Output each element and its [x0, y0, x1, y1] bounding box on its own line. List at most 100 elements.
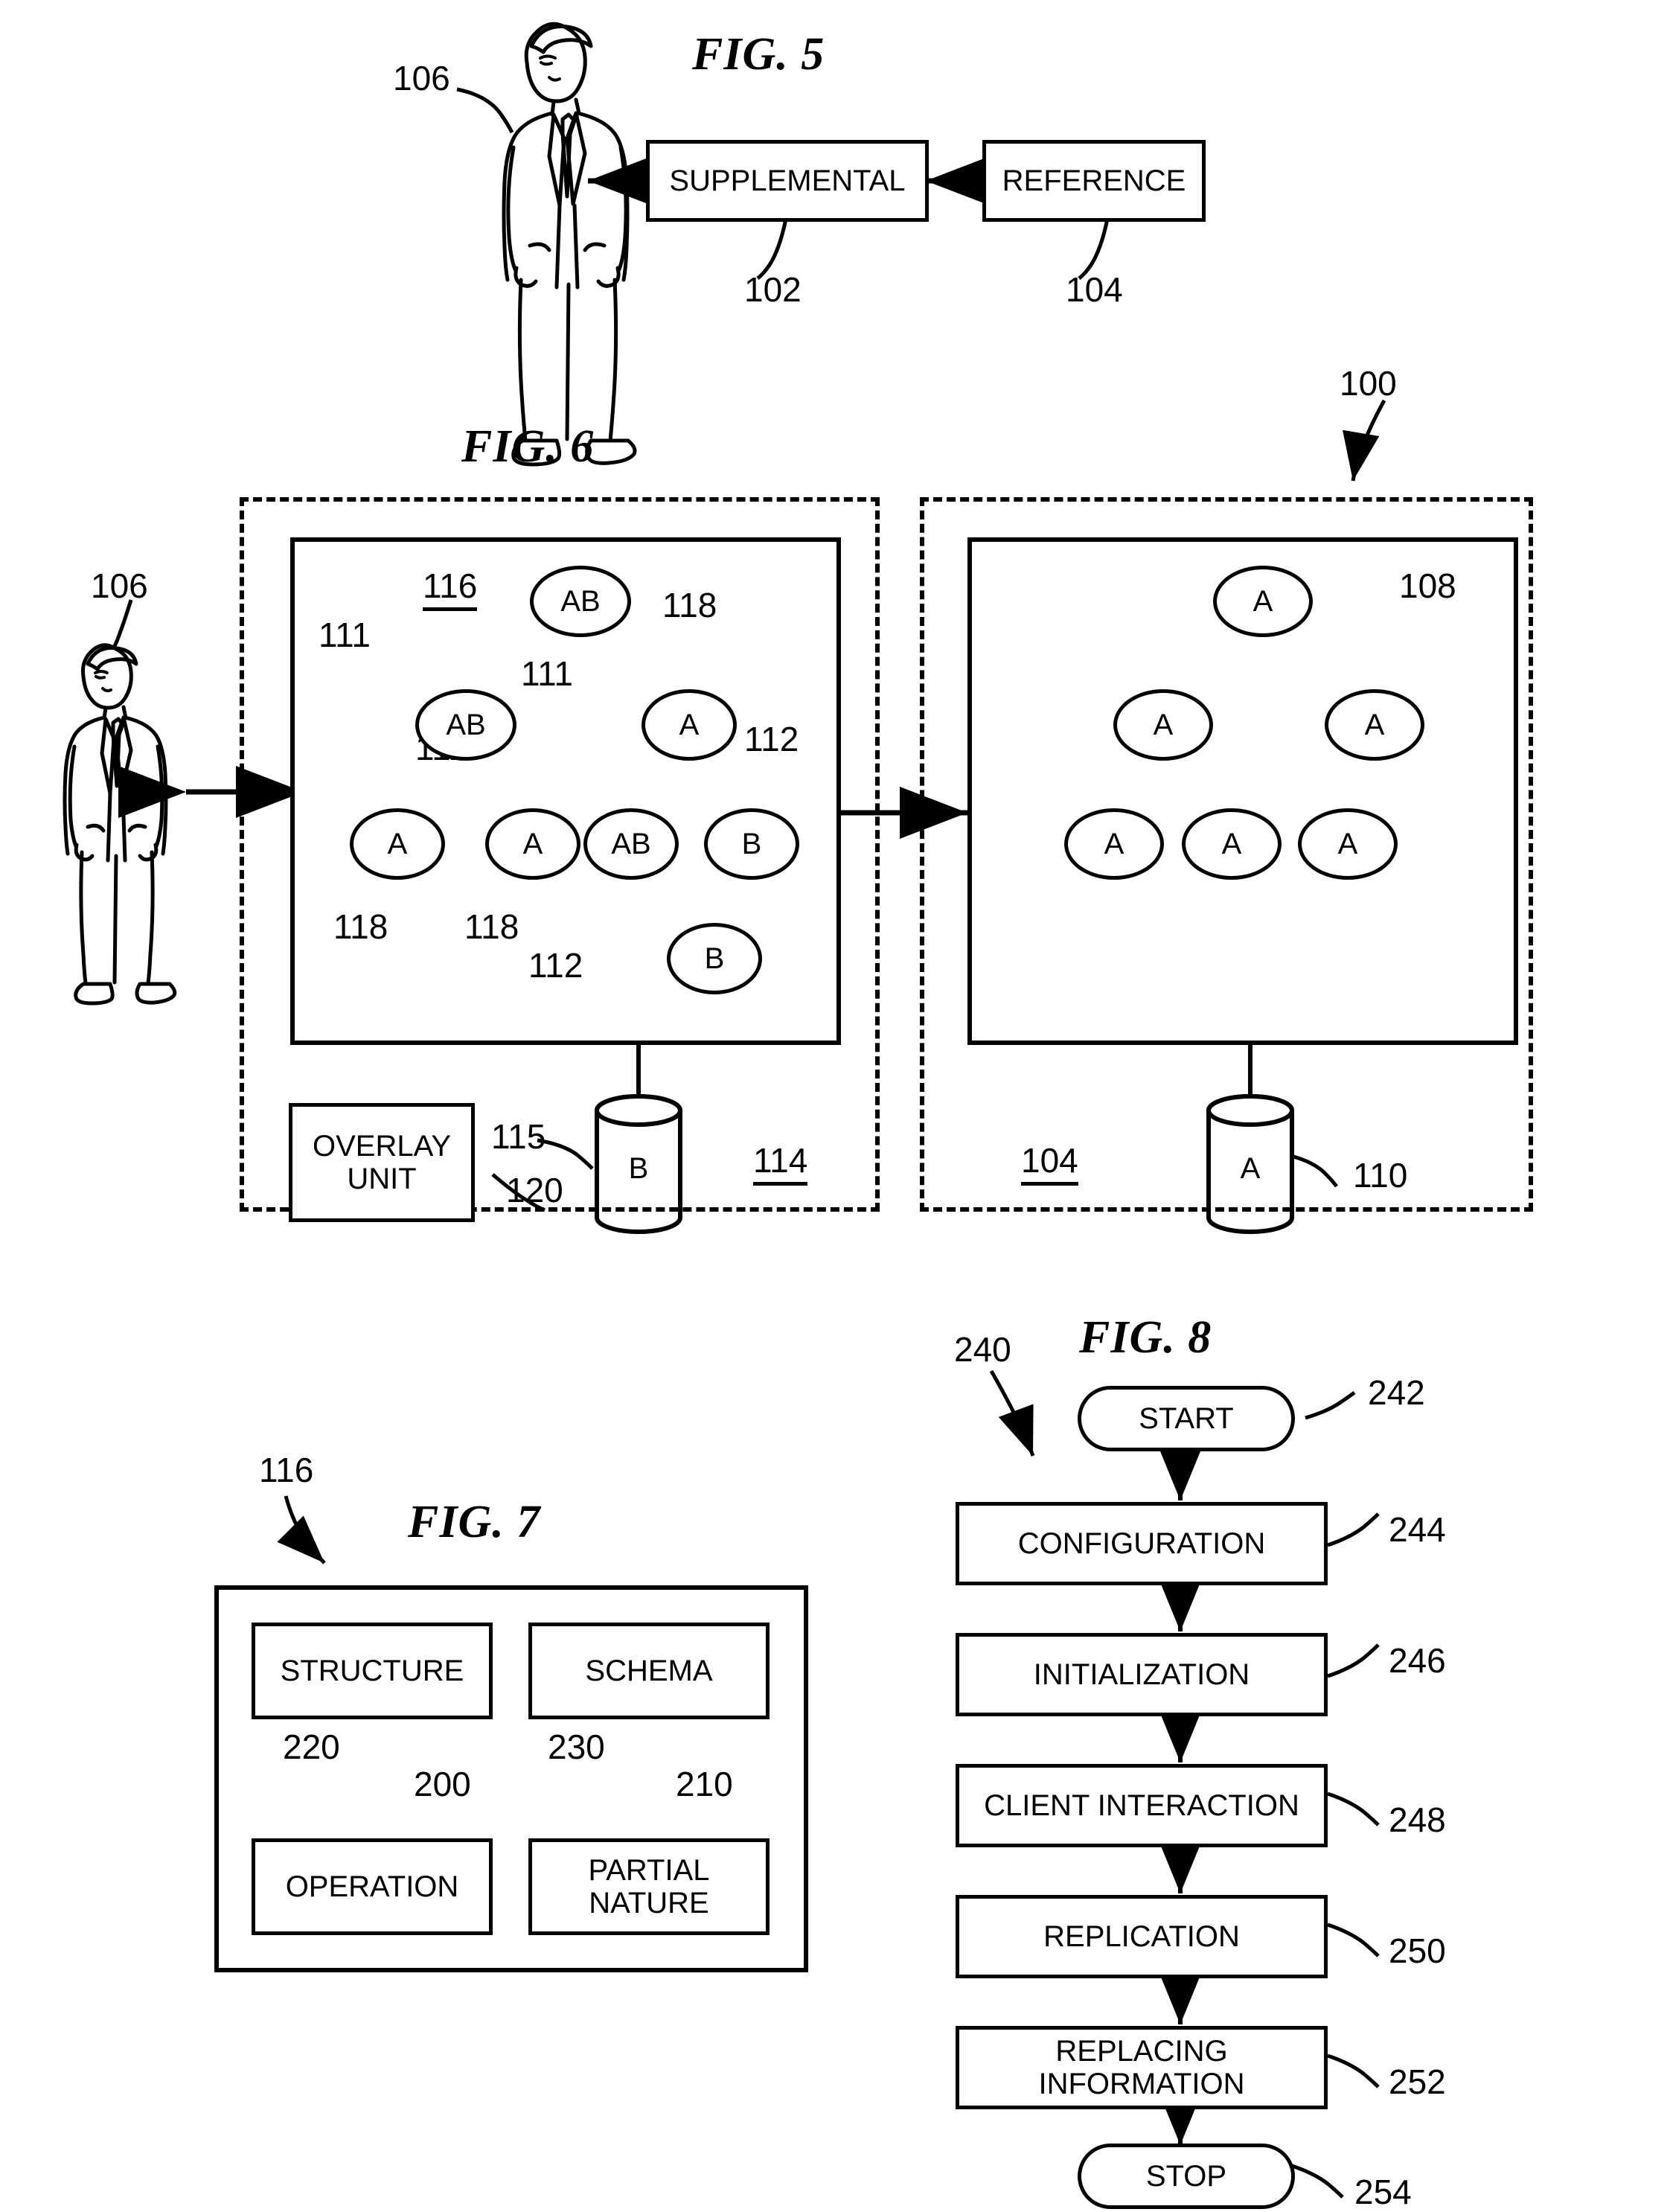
ref-104-fig6: 104: [1021, 1140, 1078, 1186]
node-label: A: [1364, 708, 1385, 741]
leader-248: [1327, 1791, 1380, 1826]
flow-client-interaction: CLIENT INTERACTION: [956, 1764, 1328, 1847]
callout-112-a: 112: [744, 720, 799, 758]
flow-start: START: [1078, 1386, 1295, 1451]
tree-node-right-r1: A: [1325, 689, 1424, 761]
box-supplemental: SUPPLEMENTAL: [646, 140, 929, 222]
ref-100: 100: [1340, 364, 1397, 403]
tree-node-left-rl2: AB: [583, 808, 679, 880]
leader-242: [1305, 1390, 1356, 1420]
node-label: A: [679, 708, 700, 741]
ref-250: 250: [1389, 1931, 1446, 1970]
box-schema-label: SCHEMA: [585, 1655, 713, 1687]
flow-client-interaction-label: CLIENT INTERACTION: [984, 1789, 1299, 1822]
flow-configuration-label: CONFIGURATION: [1017, 1527, 1266, 1560]
tree-node-left-ll2: A: [350, 808, 445, 880]
ref-244: 244: [1389, 1510, 1446, 1549]
ref-115: 115: [491, 1117, 546, 1156]
ref-242: 242: [1368, 1373, 1425, 1412]
box-partial-nature-label-line2: NATURE: [589, 1887, 709, 1919]
ref-116-fig6: 116: [423, 566, 478, 611]
tree-node-left-r1: A: [642, 689, 737, 761]
tree-node-right-lr2: A: [1182, 808, 1282, 880]
ref-116-fig7: 116: [259, 1451, 314, 1489]
callout-111-b: 111: [521, 654, 573, 693]
leader-252: [1327, 2053, 1380, 2088]
node-label: B: [741, 827, 762, 860]
patent-drawing-sheet: FIG. 5 106 SUPPLEMENTAL REFERENCE 102 10…: [0, 0, 1670, 2211]
tree-node-left-rr2: B: [704, 808, 799, 880]
ref-108: 108: [1399, 566, 1456, 605]
node-label: A: [387, 827, 408, 860]
flow-replacing-information: REPLACING INFORMATION: [956, 2026, 1328, 2109]
store-b-label: B: [628, 1152, 649, 1185]
overlay-unit-label-line1: OVERLAY: [313, 1130, 451, 1163]
box-supplemental-label: SUPPLEMENTAL: [669, 164, 906, 197]
person-icon-fig6: [63, 643, 177, 1006]
ref-200: 200: [414, 1765, 471, 1803]
node-label: AB: [446, 708, 486, 741]
ref-246: 246: [1389, 1641, 1446, 1680]
node-label: AB: [560, 584, 601, 618]
callout-118-top: 118: [662, 586, 717, 624]
ref-114: 114: [753, 1140, 808, 1186]
leader-246: [1327, 1643, 1380, 1678]
node-label: A: [1221, 827, 1242, 860]
ref-102: 102: [744, 270, 802, 309]
node-label: A: [522, 827, 543, 860]
callout-118-l1: 118: [333, 907, 388, 946]
box-reference: REFERENCE: [982, 140, 1206, 222]
tree-node-left-lr2: A: [485, 808, 580, 880]
box-operation: OPERATION: [252, 1838, 493, 1935]
person-icon-fig5: [502, 22, 637, 467]
leader-250: [1327, 1922, 1380, 1957]
callout-112-b: 112: [528, 946, 583, 985]
flow-stop: STOP: [1078, 2144, 1295, 2209]
ref-110: 110: [1353, 1156, 1408, 1195]
node-label: A: [1252, 584, 1273, 618]
leader-106-fig6: [112, 599, 133, 648]
leader-100: [1343, 399, 1386, 482]
flow-replication-label: REPLICATION: [1043, 1920, 1240, 1953]
node-label: A: [1337, 827, 1358, 860]
tree-node-right-l1: A: [1113, 689, 1213, 761]
box-partial-nature-label-line1: PARTIAL: [588, 1854, 710, 1887]
leader-244: [1327, 1512, 1380, 1547]
tree-node-right-root: A: [1213, 566, 1313, 637]
flow-start-label: START: [1139, 1401, 1234, 1435]
node-label: A: [1153, 708, 1174, 741]
flow-replacing-information-label: REPLACING INFORMATION: [1038, 2035, 1245, 2100]
ref-106-fig5: 106: [393, 59, 450, 98]
tree-node-left-rrr3: B: [667, 923, 762, 994]
node-label: A: [1104, 827, 1124, 860]
ref-254: 254: [1354, 2173, 1412, 2211]
tree-node-right-ll2: A: [1064, 808, 1164, 880]
tree-node-right-rl2: A: [1298, 808, 1398, 880]
store-b-label-wrap: B: [597, 1109, 680, 1231]
store-a-label: A: [1240, 1152, 1261, 1185]
ref-120: 120: [506, 1171, 563, 1209]
tree-node-left-root: AB: [530, 566, 631, 637]
ref-106-fig6: 106: [91, 566, 148, 605]
leader-254: [1291, 2164, 1344, 2199]
ref-252: 252: [1389, 2062, 1446, 2101]
ref-240: 240: [954, 1330, 1011, 1369]
leader-106-fig5: [456, 87, 514, 134]
box-overlay-unit: OVERLAY UNIT: [289, 1103, 475, 1222]
box-structure-label: STRUCTURE: [280, 1655, 464, 1687]
flow-initialization-label: INITIALIZATION: [1033, 1658, 1250, 1691]
callout-111-a: 111: [319, 616, 371, 654]
flow-initialization: INITIALIZATION: [956, 1633, 1328, 1716]
flow-replication: REPLICATION: [956, 1895, 1328, 1978]
overlay-unit-label-line2: UNIT: [347, 1163, 417, 1195]
fig7-title: FIG. 7: [408, 1497, 541, 1547]
ref-248: 248: [1389, 1800, 1446, 1839]
node-label: AB: [611, 827, 651, 860]
node-label: B: [704, 942, 725, 975]
flow-configuration: CONFIGURATION: [956, 1502, 1328, 1585]
fig5-title: FIG. 5: [692, 29, 825, 80]
fig6-title: FIG. 6: [461, 421, 595, 472]
leader-116-fig7: [277, 1495, 326, 1564]
fig8-title: FIG. 8: [1079, 1312, 1212, 1363]
tree-node-left-l1: AB: [415, 689, 516, 761]
